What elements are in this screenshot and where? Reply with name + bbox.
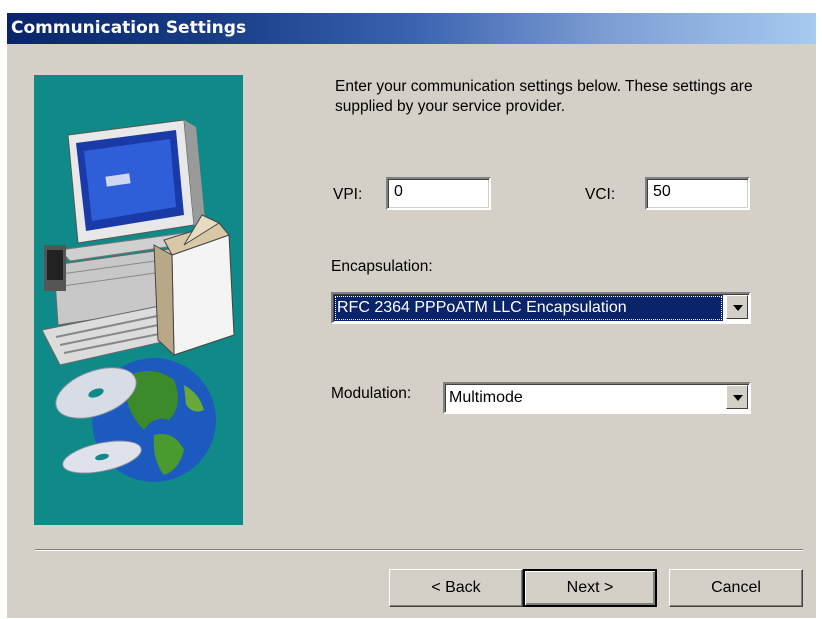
encapsulation-select[interactable]: RFC 2364 PPPoATM LLC Encapsulation bbox=[331, 292, 751, 324]
modulation-select[interactable]: Multimode bbox=[443, 382, 751, 414]
window-title: Communication Settings bbox=[11, 18, 247, 38]
wizard-illustration bbox=[34, 75, 243, 525]
back-button[interactable]: < Back bbox=[389, 569, 523, 607]
encapsulation-label: Encapsulation: bbox=[331, 258, 433, 275]
divider bbox=[35, 549, 803, 551]
encapsulation-selected-value: RFC 2364 PPPoATM LLC Encapsulation bbox=[334, 295, 723, 321]
computer-globe-cd-illustration-icon bbox=[41, 119, 235, 482]
vpi-label: VPI: bbox=[333, 186, 363, 203]
intro-text: Enter your communication settings below.… bbox=[335, 78, 753, 115]
modulation-selected-value: Multimode bbox=[449, 389, 523, 406]
wizard-window: Communication Settings Enter your commun… bbox=[7, 13, 816, 618]
dropdown-arrow-icon[interactable] bbox=[726, 385, 748, 409]
cancel-button[interactable]: Cancel bbox=[669, 569, 803, 607]
vpi-input[interactable]: 0 bbox=[386, 177, 491, 210]
dropdown-arrow-icon[interactable] bbox=[726, 295, 748, 319]
modulation-label: Modulation: bbox=[331, 385, 412, 402]
title-bar: Communication Settings bbox=[7, 13, 816, 44]
vci-input[interactable]: 50 bbox=[645, 177, 750, 210]
vci-label: VCI: bbox=[585, 186, 616, 203]
next-button[interactable]: Next > bbox=[523, 569, 657, 607]
